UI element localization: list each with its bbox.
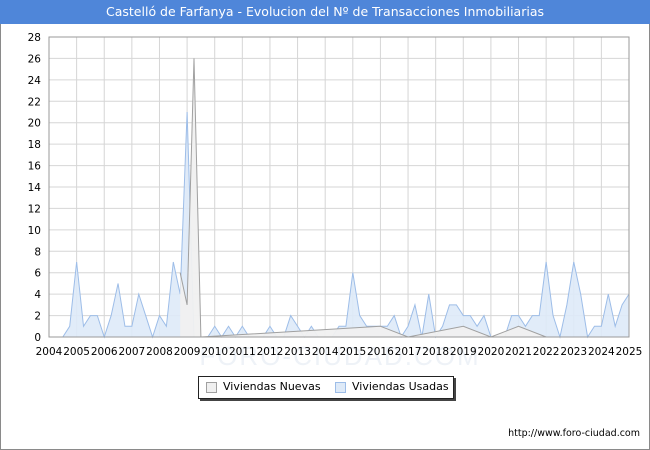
- y-tick-label: 6: [34, 268, 41, 280]
- legend-label-nuevas: Viviendas Nuevas: [223, 380, 321, 393]
- x-tick-label: 2021: [505, 346, 532, 358]
- y-tick-label: 22: [28, 96, 41, 108]
- y-tick-label: 12: [28, 203, 41, 215]
- area-viviendas-usadas: [49, 112, 629, 337]
- x-tick-label: 2023: [560, 346, 587, 358]
- x-tick-label: 2020: [478, 346, 505, 358]
- x-tick-label: 2018: [422, 346, 449, 358]
- x-tick-label: 2010: [201, 346, 228, 358]
- x-tick-label: 2015: [339, 346, 366, 358]
- x-tick-label: 2006: [91, 346, 118, 358]
- x-tick-label: 2016: [367, 346, 394, 358]
- y-tick-label: 20: [28, 118, 41, 130]
- y-tick-label: 28: [28, 32, 41, 44]
- y-tick-label: 16: [28, 161, 42, 173]
- x-tick-label: 2024: [588, 346, 615, 358]
- legend-swatch-nuevas: [206, 382, 217, 393]
- legend-item-usadas: Viviendas Usadas: [335, 380, 449, 394]
- y-tick-label: 4: [34, 289, 41, 301]
- x-tick-label: 2008: [146, 346, 173, 358]
- y-tick-label: 2: [34, 311, 41, 323]
- legend-label-usadas: Viviendas Usadas: [352, 380, 449, 393]
- series-areas: [49, 58, 630, 339]
- y-tick-label: 24: [28, 75, 42, 87]
- y-tick-label: 8: [34, 246, 41, 258]
- footer-url: http://www.foro-ciudad.com: [508, 428, 640, 439]
- x-tick-label: 2025: [616, 346, 643, 358]
- x-tick-label: 2013: [284, 346, 311, 358]
- y-tick-label: 14: [28, 182, 42, 194]
- x-tick-label: 2004: [36, 346, 63, 358]
- x-tick-label: 2017: [395, 346, 422, 358]
- x-tick-label: 2009: [174, 346, 201, 358]
- x-tick-label: 2011: [229, 346, 256, 358]
- legend-item-nuevas: Viviendas Nuevas: [206, 380, 321, 394]
- x-tick-label: 2014: [312, 346, 339, 358]
- y-tick-label: 0: [34, 332, 41, 344]
- y-tick-label: 10: [28, 225, 41, 237]
- x-tick-label: 2019: [450, 346, 477, 358]
- legend: Viviendas Nuevas Viviendas Usadas: [198, 376, 454, 399]
- y-tick-labels: 0246810121416182022242628: [28, 32, 42, 344]
- x-tick-label: 2005: [63, 346, 90, 358]
- x-tick-label: 2007: [118, 346, 145, 358]
- y-tick-label: 26: [28, 53, 42, 65]
- legend-swatch-usadas: [335, 382, 346, 393]
- x-tick-labels: 2004 2005 2006 2007 2008 2009 2010 2011 2012 2013…: [36, 346, 643, 358]
- x-tick-label: 2012: [257, 346, 284, 358]
- x-tick-label: 2022: [533, 346, 560, 358]
- y-tick-label: 18: [28, 139, 41, 151]
